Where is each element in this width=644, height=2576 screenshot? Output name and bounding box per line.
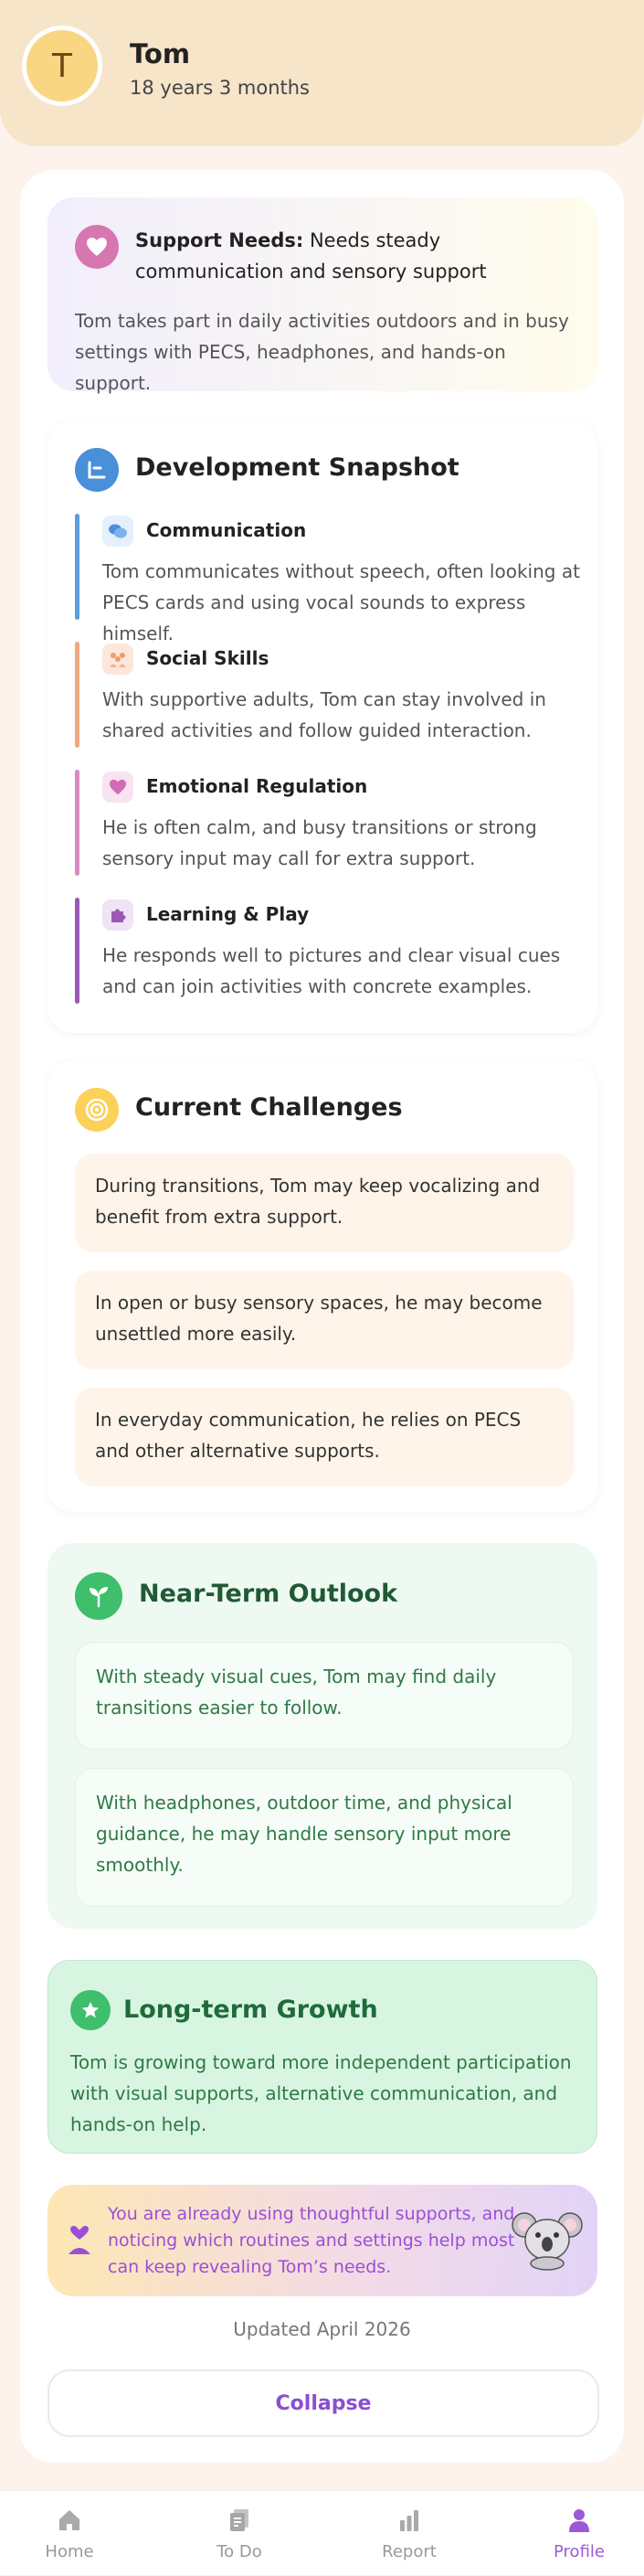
puzzle-icon (102, 899, 133, 931)
dev-item-description: Tom communicates without speech, often l… (102, 560, 580, 644)
challenge-item: In everyday communication, he relies on … (75, 1388, 574, 1486)
support-needs-line: Support Needs: Needs steady communicatio… (135, 225, 583, 287)
tab-label: Profile (554, 2542, 605, 2561)
profile-age: 18 years 3 months (130, 77, 310, 99)
dev-item-title: Social Skills (146, 647, 269, 669)
tab-to-do[interactable]: To Do (185, 2491, 294, 2576)
encouragement-text: You are already using thoughtful support… (108, 2204, 515, 2277)
dev-item-title: Communication (146, 519, 307, 541)
dev-item-accent-bar (75, 642, 79, 748)
support-needs-label: Support Needs: (135, 229, 304, 251)
updated-date: Updated April 2026 (233, 2318, 411, 2340)
outlook-title: Near-Term Outlook (139, 1580, 398, 1608)
dev-item-description: He is often calm, and busy transitions o… (102, 816, 537, 869)
dev-item-title: Learning & Play (146, 903, 310, 925)
tab-home[interactable]: Home (15, 2491, 124, 2576)
challenge-item: In open or busy sensory spaces, he may b… (75, 1271, 574, 1369)
heart-icon (102, 772, 133, 803)
long-term-growth-card: Long-term Growth Tom is growing toward m… (48, 1960, 597, 2154)
target-icon (75, 1088, 119, 1132)
dev-item-accent-bar (75, 770, 79, 876)
dev-item-accent-bar (75, 514, 79, 620)
home-icon (59, 2510, 79, 2530)
development-snapshot-card: Development Snapshot Communication Tom c… (48, 420, 597, 1033)
profile-header: T Tom 18 years 3 months (0, 0, 644, 146)
outlook-item: With steady visual cues, Tom may find da… (75, 1642, 574, 1750)
encouragement-banner: You are already using thoughtful support… (48, 2185, 597, 2296)
outlook-item: With headphones, outdoor time, and physi… (75, 1768, 574, 1907)
tab-profile[interactable]: Profile (524, 2491, 634, 2576)
profile-name: Tom (130, 38, 191, 69)
challenges-title: Current Challenges (135, 1093, 403, 1122)
support-needs-card: Support Needs: Needs steady communicatio… (48, 197, 597, 394)
bottom-tab-bar: Home To Do Report Profile (0, 2490, 644, 2575)
growth-title: Long-term Growth (123, 1996, 378, 2024)
people-icon (102, 644, 133, 675)
avatar[interactable]: T (22, 26, 102, 106)
tab-label: Home (45, 2542, 94, 2561)
support-needs-description: Tom takes part in daily activities outdo… (75, 310, 569, 394)
koala-icon (512, 2212, 583, 2271)
dev-item-social-skills: Social Skills With supportive adults, To… (75, 642, 586, 748)
report-icon (400, 2510, 418, 2531)
heart-person-icon (69, 2226, 90, 2254)
chat-bubbles-icon (102, 516, 133, 547)
star-icon (70, 1990, 111, 2030)
tab-label: To Do (216, 2542, 262, 2561)
tab-label: Report (382, 2542, 437, 2561)
chart-icon (75, 448, 119, 492)
dev-item-description: With supportive adults, Tom can stay inv… (102, 688, 546, 741)
dev-item-emotional-regulation: Emotional Regulation He is often calm, a… (75, 770, 586, 876)
growth-description: Tom is growing toward more independent p… (70, 2051, 572, 2135)
todo-icon (230, 2509, 248, 2531)
profile-icon (569, 2509, 589, 2532)
sprout-icon (75, 1572, 122, 1620)
dev-item-communication: Communication Tom communicates without s… (75, 514, 586, 644)
dev-item-accent-bar (75, 898, 79, 1004)
development-title: Development Snapshot (135, 453, 459, 482)
dev-item-title: Emotional Regulation (146, 775, 368, 797)
dev-item-learning-play: Learning & Play He responds well to pict… (75, 898, 586, 1004)
challenge-item: During transitions, Tom may keep vocaliz… (75, 1154, 574, 1252)
dev-item-description: He responds well to pictures and clear v… (102, 944, 561, 997)
near-term-outlook-card: Near-Term Outlook With steady visual cue… (48, 1543, 597, 1929)
collapse-button[interactable]: Collapse (48, 2369, 599, 2437)
tab-report[interactable]: Report (354, 2491, 464, 2576)
avatar-initial: T (52, 47, 72, 85)
current-challenges-card: Current Challenges During transitions, T… (48, 1060, 597, 1512)
heart-icon (75, 225, 119, 269)
